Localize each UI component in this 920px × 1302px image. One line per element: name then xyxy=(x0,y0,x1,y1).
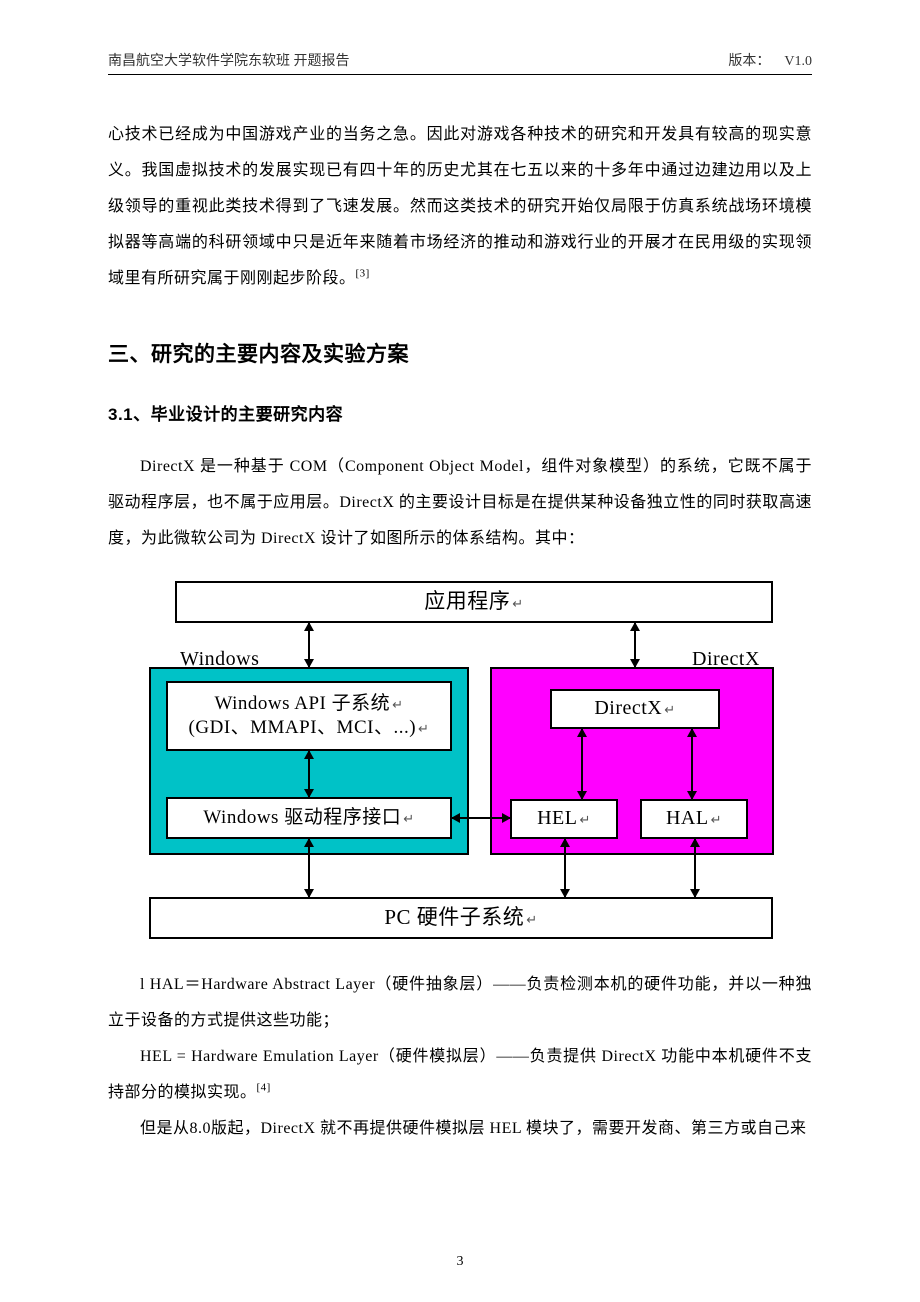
page-number: 3 xyxy=(0,1254,920,1270)
diagram-box-directx: DirectX↵ xyxy=(550,689,720,729)
return-mark-icon: ↵ xyxy=(512,596,523,611)
arrow-app-directx xyxy=(634,623,636,667)
paragraph-hel: HEL = Hardware Emulation Layer（硬件模拟层）——负… xyxy=(108,1039,812,1111)
page-header: 南昌航空大学软件学院东软班 开题报告 版本： V1.0 xyxy=(108,50,812,75)
section-3-1-paragraph: DirectX 是一种基于 COM（Component Object Model… xyxy=(108,449,812,557)
return-mark-icon: ↵ xyxy=(579,812,590,827)
arrow-hal-pc xyxy=(694,839,696,897)
return-mark-icon: ↵ xyxy=(664,702,675,717)
arrow-windriver-hel xyxy=(452,817,510,819)
continuation-paragraph: 心技术已经成为中国游戏产业的当务之急。因此对游戏各种技术的研究和开发具有较高的现… xyxy=(108,117,812,297)
diagram-box-hal: HAL↵ xyxy=(640,799,748,839)
body: 心技术已经成为中国游戏产业的当务之急。因此对游戏各种技术的研究和开发具有较高的现… xyxy=(108,117,812,1147)
return-mark-icon: ↵ xyxy=(526,912,537,927)
arrow-hel-pc xyxy=(564,839,566,897)
citation-4: [4] xyxy=(257,1081,271,1093)
diagram-box-winapi: Windows API 子系统↵ (GDI、MMAPI、MCI、...)↵ xyxy=(166,681,452,751)
arrow-directx-hal xyxy=(691,729,693,799)
arrow-winapi-windriver xyxy=(308,751,310,797)
return-mark-icon: ↵ xyxy=(392,697,403,712)
citation-3: [3] xyxy=(356,268,370,280)
paragraph-hal: l HAL＝Hardware Abstract Layer（硬件抽象层）——负责… xyxy=(108,967,812,1039)
arrow-windriver-pc xyxy=(308,839,310,897)
section-3-heading: 三、研究的主要内容及实验方案 xyxy=(108,331,812,378)
return-mark-icon: ↵ xyxy=(711,812,722,827)
return-mark-icon: ↵ xyxy=(403,811,414,826)
arrow-app-windows xyxy=(308,623,310,667)
page: 南昌航空大学软件学院东软班 开题报告 版本： V1.0 心技术已经成为中国游戏产… xyxy=(0,0,920,1302)
diagram-box-app: 应用程序↵ xyxy=(175,581,773,623)
header-right: 版本： V1.0 xyxy=(728,50,812,70)
paragraph-v8: 但是从8.0版起，DirectX 就不再提供硬件模拟层 HEL 模块了，需要开发… xyxy=(108,1111,812,1147)
section-3-1-heading: 3.1、毕业设计的主要研究内容 xyxy=(108,396,812,434)
return-mark-icon: ↵ xyxy=(418,721,429,736)
diagram-box-pc: PC 硬件子系统↵ xyxy=(149,897,773,939)
diagram-box-hel: HEL↵ xyxy=(510,799,618,839)
arrow-directx-hel xyxy=(581,729,583,799)
header-left: 南昌航空大学软件学院东软班 开题报告 xyxy=(108,50,350,70)
architecture-diagram: 应用程序↵ Windows DirectX Windows API 子系统↵ (… xyxy=(146,581,774,939)
diagram-box-windriver: Windows 驱动程序接口↵ xyxy=(166,797,452,839)
